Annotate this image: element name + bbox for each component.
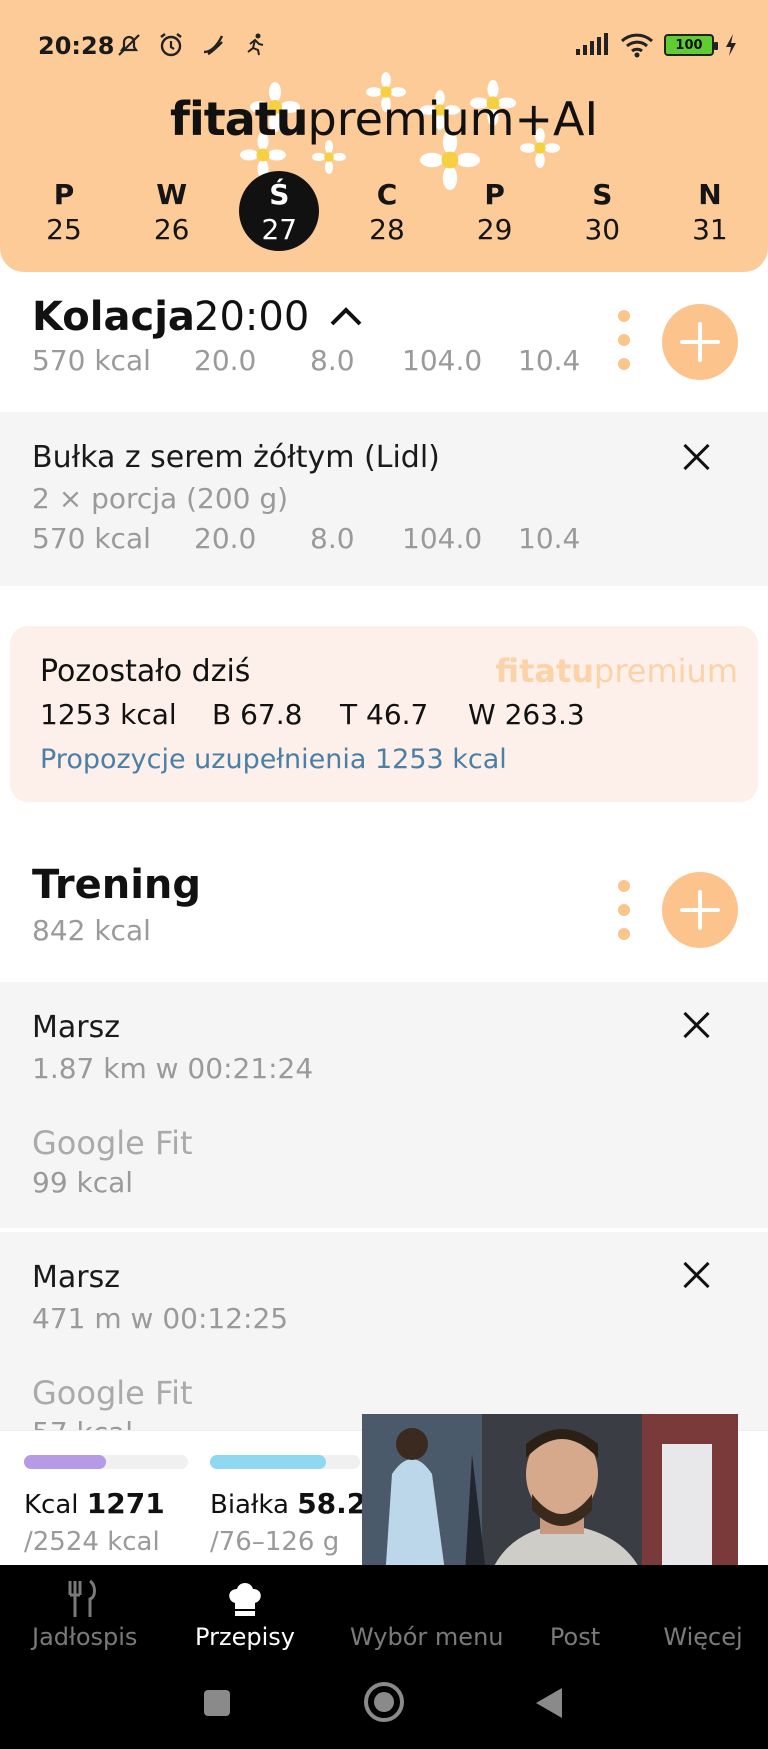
meal-item-kcal: 570 kcal: [32, 522, 151, 555]
week-day-selector: P 25 W 26 Ś 27 C 28 P 29 S 30 N 31: [22, 170, 752, 256]
charging-icon: [726, 34, 736, 56]
more-options-icon[interactable]: [618, 880, 632, 952]
nav-przepisy[interactable]: Przepisy: [190, 1565, 300, 1665]
meal-item-name: Bułka z serem żółtym (Lidl): [32, 440, 440, 475]
day-sun[interactable]: N 31: [668, 170, 752, 256]
app-notification-icon: [203, 35, 224, 56]
meal-fat: 8.0: [310, 344, 355, 377]
protein-progress-bar: [210, 1455, 360, 1469]
training-entry-name: Marsz: [32, 1260, 120, 1295]
meal-carbs: 104.0: [402, 344, 483, 377]
suggestions-link[interactable]: Propozycje uzupełnienia 1253 kcal: [40, 744, 507, 775]
nav-wiecej[interactable]: Więcej: [658, 1565, 748, 1665]
meal-title: Kolacja: [32, 294, 195, 340]
app-brand-logo: fitatupremium+AI: [169, 92, 599, 146]
kcal-target: /2524 kcal: [24, 1527, 160, 1557]
close-icon[interactable]: [682, 1010, 712, 1040]
more-options-icon[interactable]: [618, 310, 632, 382]
day-thu[interactable]: C 28: [345, 170, 429, 256]
training-entry-name: Marsz: [32, 1010, 120, 1045]
remaining-title: Pozostało dziś: [40, 654, 251, 689]
training-entry-detail: 471 m w 00:12:25: [32, 1302, 289, 1335]
meal-item-protein: 20.0: [194, 522, 257, 555]
add-meal-button[interactable]: [662, 304, 738, 380]
add-training-button[interactable]: [662, 872, 738, 948]
meal-item[interactable]: Bułka z serem żółtym (Lidl) 2 × porcja (…: [0, 412, 768, 586]
training-kcal: 842 kcal: [32, 914, 151, 947]
training-title: Trening: [32, 862, 202, 908]
day-mon[interactable]: P 25: [22, 170, 106, 256]
status-time: 20:28: [38, 32, 115, 60]
status-icons-left: [114, 30, 270, 60]
remaining-today-card: Pozostało dziś fitatupremium 1253 kcal B…: [10, 626, 758, 802]
chef-hat-icon: [229, 1583, 261, 1616]
meal-kcal: 570 kcal: [32, 344, 151, 377]
cutlery-icon: [68, 1579, 96, 1617]
back-icon[interactable]: [534, 1686, 564, 1720]
meal-item-fat: 8.0: [310, 522, 355, 555]
training-entry-source: Google Fit: [32, 1124, 193, 1162]
protein-summary: Białka 58.2: [210, 1487, 367, 1520]
nav-post[interactable]: Post: [540, 1565, 610, 1665]
chevron-up-icon[interactable]: [328, 302, 364, 332]
system-navigation-bar: [0, 1672, 768, 1732]
meal-protein: 20.0: [194, 344, 257, 377]
training-entry-detail: 1.87 km w 00:21:24: [32, 1052, 314, 1085]
day-sat[interactable]: S 30: [560, 170, 644, 256]
training-entry-source: Google Fit: [32, 1374, 193, 1412]
remaining-protein: B 67.8: [212, 698, 303, 731]
meal-section-header[interactable]: Kolacja 20:00 570 kcal 20.0 8.0 104.0 10…: [0, 272, 768, 412]
meal-item-carbs: 104.0: [402, 522, 483, 555]
remaining-fat: T 46.7: [340, 698, 429, 731]
close-icon[interactable]: [682, 442, 712, 472]
status-bar: 20:28 100: [0, 26, 768, 66]
day-fri[interactable]: P 29: [453, 170, 537, 256]
training-entry[interactable]: Marsz 1.87 km w 00:21:24 Google Fit 99 k…: [0, 982, 768, 1228]
nav-wybor-menu[interactable]: Wybór menu: [350, 1565, 504, 1665]
signal-icon: [576, 33, 608, 55]
running-icon: [247, 33, 264, 56]
day-wed-selected[interactable]: Ś 27: [237, 170, 321, 256]
kcal-progress-fill: [24, 1455, 106, 1469]
training-entry-kcal: 99 kcal: [32, 1166, 134, 1199]
home-icon[interactable]: [362, 1680, 406, 1724]
remaining-kcal: 1253 kcal: [40, 698, 177, 731]
mute-icon: [118, 34, 140, 56]
wifi-icon: [620, 33, 654, 58]
remaining-carbs: W 263.3: [468, 698, 585, 731]
protein-progress-fill: [210, 1455, 326, 1469]
training-entry[interactable]: Marsz 471 m w 00:12:25 Google Fit 57 kca…: [0, 1232, 768, 1432]
alarm-icon: [160, 33, 182, 57]
premium-logo: fitatupremium: [495, 652, 738, 690]
battery-icon: 100: [664, 34, 718, 56]
kcal-summary: Kcal 1271: [24, 1487, 165, 1520]
recents-icon[interactable]: [202, 1688, 232, 1718]
status-icons-right: 100: [574, 32, 738, 58]
day-tue[interactable]: W 26: [130, 170, 214, 256]
meal-item-fiber: 10.4: [518, 522, 581, 555]
nav-jadlospis[interactable]: Jadłospis: [32, 1565, 137, 1665]
meal-fiber: 10.4: [518, 344, 581, 377]
kcal-progress-bar: [24, 1455, 188, 1469]
close-icon[interactable]: [682, 1260, 712, 1290]
meal-time[interactable]: 20:00: [194, 294, 309, 340]
protein-target: /76–126 g: [210, 1527, 340, 1557]
app-header: 20:28 100 fitatupremium+AI P 25 W 26 Ś 27 C…: [0, 0, 768, 272]
meal-item-portion: 2 × porcja (200 g): [32, 482, 289, 515]
